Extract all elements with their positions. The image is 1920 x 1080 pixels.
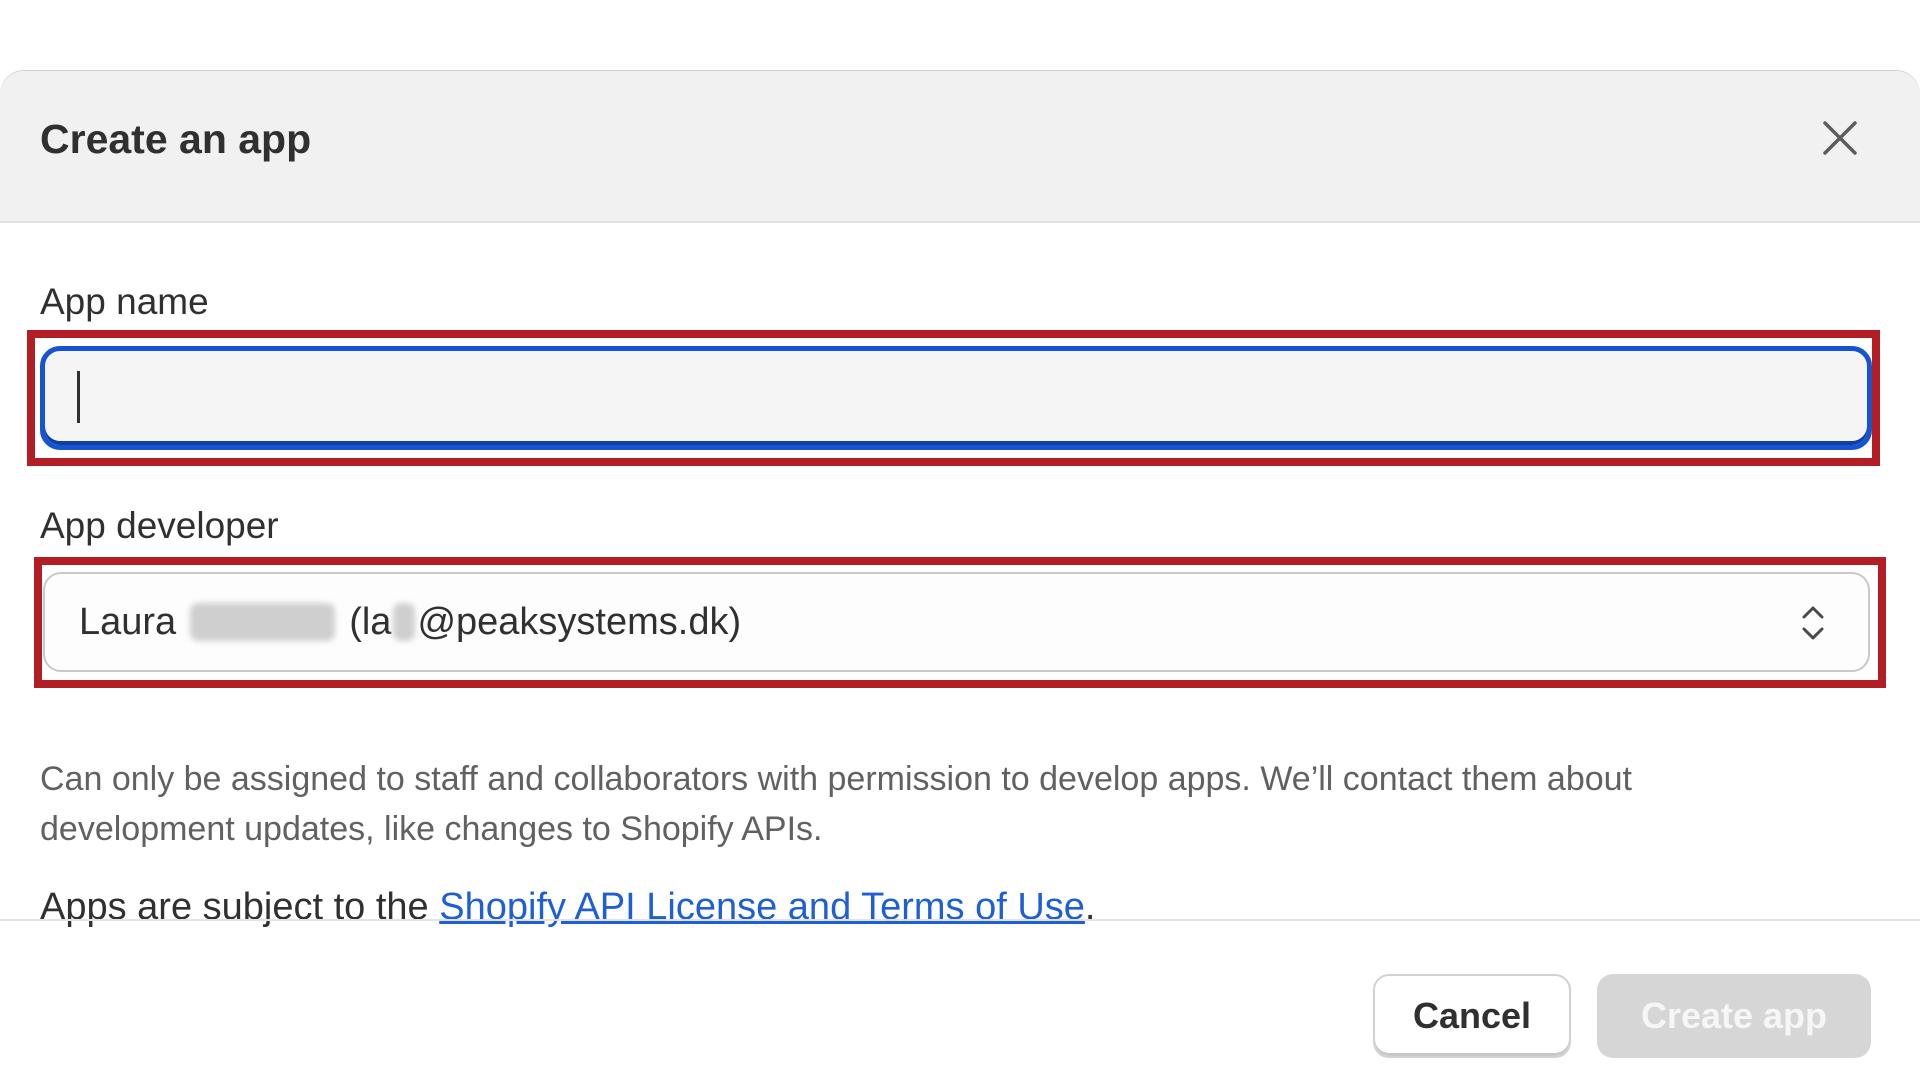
text-caret [77, 371, 80, 423]
terms-suffix: . [1084, 886, 1096, 928]
cancel-button[interactable]: Cancel [1373, 974, 1571, 1058]
close-icon [1823, 121, 1857, 155]
app-name-input[interactable] [40, 346, 1872, 450]
footer-divider [0, 919, 1920, 921]
redacted-email-part [393, 603, 416, 641]
terms-text: Apps are subject to the Shopify API Lice… [40, 886, 1095, 929]
terms-link[interactable]: Shopify API License and Terms of Use [439, 886, 1085, 928]
app-developer-label: App developer [40, 505, 279, 546]
create-app-button[interactable]: Create app [1597, 974, 1871, 1058]
modal-header: Create an app [0, 71, 1920, 223]
create-app-modal: Create an app App name App developer Lau… [0, 71, 1920, 1080]
redacted-last-name [190, 603, 336, 641]
developer-first-name: Laura [79, 600, 177, 643]
app-developer-select[interactable]: Laura (la @peaksystems.dk) [43, 572, 1870, 672]
app-name-label: App name [40, 281, 209, 322]
select-chevrons-icon [1802, 606, 1824, 640]
modal-title: Create an app [40, 116, 312, 162]
terms-prefix: Apps are subject to the [40, 886, 440, 928]
developer-email-suffix: @peaksystems.dk) [417, 600, 742, 643]
close-button[interactable] [1815, 113, 1865, 163]
developer-help-text: Can only be assigned to staff and collab… [40, 760, 1632, 848]
developer-email-prefix: (la [349, 600, 392, 643]
